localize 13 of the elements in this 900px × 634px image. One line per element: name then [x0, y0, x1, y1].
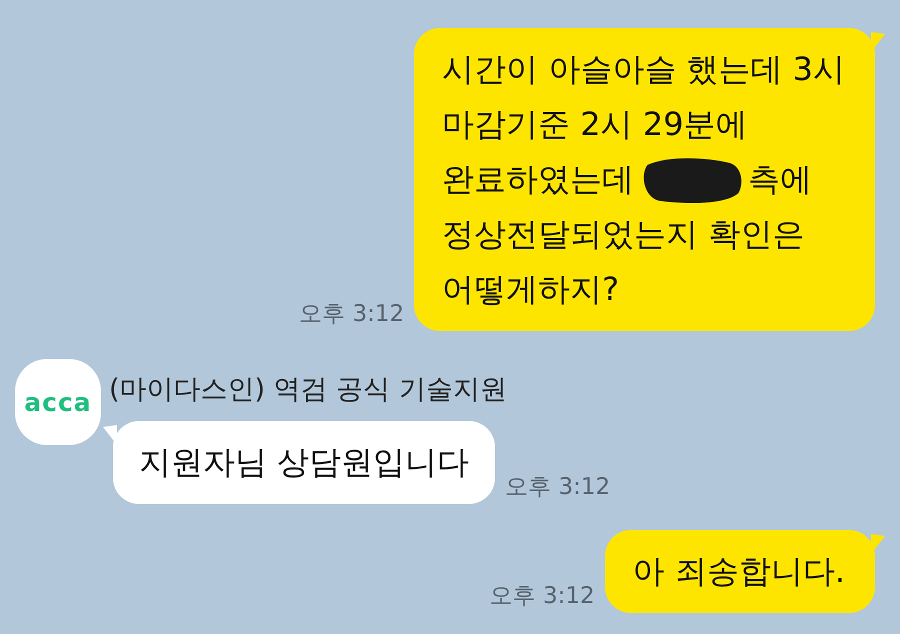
message-line: 시간이 아슬아슬 했는데 3시 [442, 49, 845, 90]
message-time: 오후 3:12 [505, 473, 610, 502]
message-line: 지원자님 상담원입니다 [139, 442, 470, 483]
message-line: 측에 [748, 159, 812, 200]
message-line: 정상전달되었는지 확인은 [442, 214, 804, 255]
message-time: 오후 3:12 [490, 582, 595, 611]
message-line: 어떻게하지? [442, 269, 620, 310]
profile-avatar[interactable]: acca [15, 359, 101, 445]
message-line: 마감기준 2시 29분에 [442, 104, 748, 145]
message-line: 아 죄송합니다. [632, 551, 845, 592]
message-time: 오후 3:12 [299, 300, 404, 329]
sender-name: (마이다스인) 역검 공식 기술지원 [109, 373, 508, 407]
message-line: 완료하였는데 [442, 159, 634, 200]
